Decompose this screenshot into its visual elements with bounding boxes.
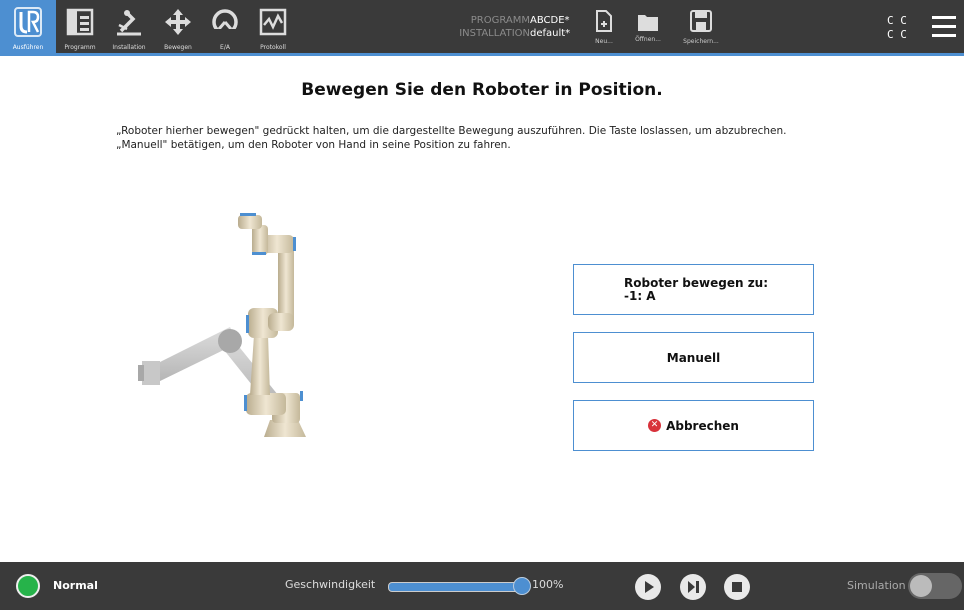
save-file-label: Speichern... — [683, 38, 719, 45]
instruction-line-1: „Roboter hierher bewegen" gedrückt halte… — [116, 125, 787, 137]
cancel-label: Abbrechen — [666, 418, 739, 433]
simulation-toggle[interactable] — [908, 573, 962, 599]
cc-indicator[interactable]: C C C C — [887, 14, 907, 42]
tab-programm[interactable]: Programm — [56, 0, 104, 53]
tab-label: Installation — [112, 44, 146, 51]
move-arrows-icon — [165, 9, 191, 35]
program-name[interactable]: ABCDE* — [530, 14, 570, 27]
log-chart-icon — [259, 8, 287, 36]
program-values: ABCDE* default* — [530, 14, 570, 40]
installation-icon — [117, 10, 141, 36]
instruction-text: „Roboter hierher bewegen" gedrückt halte… — [116, 124, 896, 152]
step-forward-icon — [688, 581, 699, 593]
stop-icon — [732, 582, 742, 592]
move-robot-label: Roboter bewegen zu: — [624, 275, 769, 290]
speed-slider-track[interactable] — [388, 582, 522, 592]
tab-ea[interactable]: E/A — [202, 0, 248, 53]
tab-label: Programm — [64, 44, 96, 51]
simulation-toggle-thumb[interactable] — [910, 575, 932, 597]
tab-label: E/A — [220, 44, 230, 51]
tab-label: Ausführen — [12, 44, 44, 51]
cancel-button[interactable]: ✕ Abbrechen — [573, 400, 814, 451]
step-button[interactable] — [680, 574, 706, 600]
tab-label: Bewegen — [164, 44, 192, 51]
play-icon — [645, 581, 654, 593]
open-file-button[interactable]: Öffnen... — [626, 0, 670, 53]
stop-button[interactable] — [724, 574, 750, 600]
play-button[interactable] — [635, 574, 661, 600]
status-text: Normal — [53, 579, 98, 592]
tab-bewegen[interactable]: Bewegen — [154, 0, 202, 53]
save-disk-icon — [690, 10, 712, 32]
robot-arm-illustration — [138, 213, 306, 437]
program-icon — [66, 8, 94, 36]
solid-arm — [238, 213, 306, 437]
hamburger-menu-icon[interactable] — [932, 16, 956, 38]
move-target-label: -1: A — [624, 288, 656, 303]
cc-line-1: C C — [887, 14, 907, 27]
tab-label: Protokoll — [260, 44, 286, 51]
program-labels: PROGRAMM INSTALLATION — [440, 14, 530, 40]
cancel-x-icon: ✕ — [648, 419, 662, 432]
ur-logo-icon — [14, 7, 42, 37]
program-label: PROGRAMM — [470, 15, 530, 26]
manual-label: Manuell — [666, 350, 721, 365]
tab-ausfuehren[interactable]: Ausführen — [0, 0, 56, 53]
tab-protokoll[interactable]: Protokoll — [248, 0, 298, 53]
open-file-label: Öffnen... — [635, 36, 661, 43]
page-title: Bewegen Sie den Roboter in Position. — [301, 80, 663, 100]
status-indicator-icon[interactable] — [16, 574, 40, 598]
cc-line-2: C C — [887, 28, 907, 41]
move-robot-button[interactable]: Roboter bewegen zu: -1: A — [573, 264, 814, 315]
speed-value: 100% — [532, 578, 564, 591]
new-file-icon — [596, 10, 612, 32]
installation-name[interactable]: default* — [530, 27, 570, 40]
save-file-button[interactable]: Speichern... — [676, 0, 726, 53]
bottom-bar: Normal Geschwindigkeit 100% Simulation — [0, 562, 964, 610]
instruction-line-2: „Manuell" betätigen, um den Roboter von … — [116, 139, 511, 151]
tab-installation[interactable]: Installation — [104, 0, 154, 53]
top-bar: Ausführen Programm Installation Bewegen — [0, 0, 964, 56]
folder-icon — [638, 15, 658, 31]
new-file-label: Neu... — [595, 38, 613, 45]
installation-label: INSTALLATION — [459, 28, 530, 39]
simulation-label: Simulation — [847, 579, 906, 592]
io-gauge-icon — [212, 9, 238, 35]
speed-label: Geschwindigkeit — [285, 578, 376, 591]
new-file-button[interactable]: Neu... — [588, 0, 620, 53]
speed-slider-handle[interactable] — [513, 577, 531, 595]
manual-button[interactable]: Manuell — [573, 332, 814, 383]
